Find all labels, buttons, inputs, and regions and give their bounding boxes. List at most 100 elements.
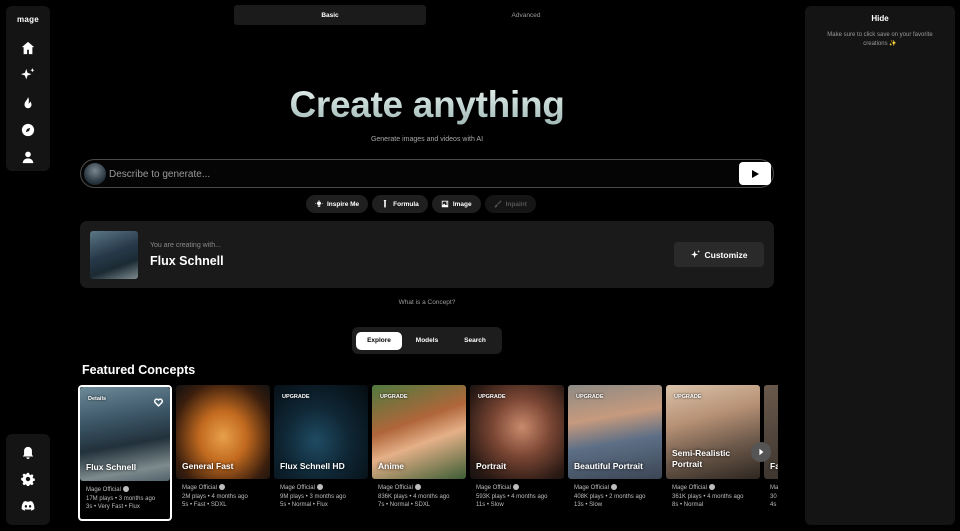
card-speed: 11s • Slow xyxy=(476,502,504,509)
tab-search[interactable]: Search xyxy=(452,332,498,350)
image-icon xyxy=(441,200,449,208)
concept-card[interactable]: UPGRADE Beautiful Portrait Mage Official… xyxy=(568,385,662,521)
card-meta: Mage Official 836K plays • 4 months ago … xyxy=(378,484,468,510)
bulb-icon xyxy=(315,200,323,207)
sparkles-icon[interactable] xyxy=(19,66,37,84)
card-plays: 30 xyxy=(770,493,777,500)
card-plays: 2M plays • 4 months ago xyxy=(182,493,248,500)
customize-button[interactable]: Customize xyxy=(674,242,764,267)
inpaint-button[interactable]: Inpaint xyxy=(484,195,536,213)
card-speed: 3s • Very Fast • Flux xyxy=(86,504,140,511)
verified-icon xyxy=(316,484,323,490)
carousel-next-button[interactable] xyxy=(751,442,771,462)
concept-label: You are creating with... xyxy=(150,242,221,249)
verified-icon xyxy=(708,484,715,490)
card-meta: Mage Official 408K plays • 2 months ago … xyxy=(574,484,664,510)
left-nav-rail-bottom xyxy=(6,434,50,525)
compass-icon[interactable] xyxy=(19,121,37,139)
user-icon[interactable] xyxy=(19,148,37,166)
verified-icon xyxy=(610,484,617,490)
what-is-concept-link[interactable]: What is a Concept? xyxy=(80,299,774,306)
concept-card[interactable]: UPGRADE Anime Mage Official 836K plays •… xyxy=(372,385,466,521)
favorites-note: Make sure to click save on your favorite… xyxy=(827,32,933,48)
card-speed: 7s • Normal • SDXL xyxy=(378,502,431,509)
fire-icon[interactable] xyxy=(19,94,37,112)
card-author: Mage Official xyxy=(280,485,315,491)
verified-icon xyxy=(122,486,129,492)
card-author: Mage Official xyxy=(378,485,413,491)
card-author: Mage Official xyxy=(672,485,707,491)
concept-card[interactable]: Details Flux Schnell Mage Official 17M p… xyxy=(78,385,172,521)
current-concept-panel: You are creating with... Flux Schnell Cu… xyxy=(80,221,774,288)
left-nav-rail: mage xyxy=(6,6,50,171)
card-author: Mage Official xyxy=(86,487,121,493)
card-badge[interactable]: UPGRADE xyxy=(478,394,506,400)
card-author: Mage Official xyxy=(574,485,609,491)
play-icon xyxy=(752,169,759,178)
generate-button[interactable] xyxy=(739,162,771,185)
home-icon[interactable] xyxy=(19,39,37,57)
card-author: Mage Official xyxy=(476,485,511,491)
verified-icon xyxy=(414,484,421,490)
card-plays: 9M plays • 3 months ago xyxy=(280,493,346,500)
concept-card[interactable]: UPGRADE Portrait Mage Official 593K play… xyxy=(470,385,564,521)
concept-card[interactable]: General Fast Mage Official 2M plays • 4 … xyxy=(176,385,270,521)
app-root: mage Basic Advanced Create anything Gene… xyxy=(0,0,960,531)
gear-icon[interactable] xyxy=(19,470,37,488)
card-meta: Mage Official 593K plays • 4 months ago … xyxy=(476,484,566,510)
card-speed: 8s • Normal xyxy=(672,502,704,509)
concept-name: Flux Schnell xyxy=(150,254,224,268)
card-plays: 836K plays • 4 months ago xyxy=(378,493,450,500)
concept-tabs: Explore Models Search xyxy=(352,327,502,354)
card-meta: Mage Official 9M plays • 3 months ago 5s… xyxy=(280,484,370,510)
mode-tab-advanced[interactable]: Advanced xyxy=(430,5,622,25)
image-button[interactable]: Image xyxy=(431,195,481,213)
formula-button[interactable]: Formula xyxy=(372,195,428,213)
chip-label: Formula xyxy=(393,200,419,208)
card-meta: Mage Official 361K plays • 4 months ago … xyxy=(672,484,762,510)
hero-title: Create anything xyxy=(80,84,774,126)
card-badge[interactable]: UPGRADE xyxy=(282,394,310,400)
card-plays: 361K plays • 4 months ago xyxy=(672,493,744,500)
card-speed: 4s xyxy=(770,502,777,509)
mode-tab-basic[interactable]: Basic xyxy=(234,5,426,25)
card-meta: Mage Official 17M plays • 3 months ago 3… xyxy=(86,486,176,512)
card-badge[interactable]: Details xyxy=(88,396,106,402)
inspire-me-button[interactable]: Inspire Me xyxy=(306,195,369,213)
card-badge[interactable]: UPGRADE xyxy=(576,394,604,400)
card-speed: 5s • Normal • Flux xyxy=(280,502,328,509)
card-plays: 593K plays • 4 months ago xyxy=(476,493,548,500)
prompt-tools: Inspire Me Formula Image Inpaint xyxy=(306,195,536,213)
verified-icon xyxy=(512,484,519,490)
vial-icon xyxy=(383,200,387,208)
brush-icon xyxy=(494,200,502,208)
card-badge[interactable]: UPGRADE xyxy=(674,394,702,400)
heart-icon[interactable] xyxy=(153,394,164,407)
hero-subtitle: Generate images and videos with AI xyxy=(370,136,484,143)
bell-icon[interactable] xyxy=(19,444,37,462)
concept-card[interactable]: UPGRADE Flux Schnell HD Mage Official 9M… xyxy=(274,385,368,521)
chip-label: Image xyxy=(452,200,472,208)
card-badge[interactable]: UPGRADE xyxy=(380,394,408,400)
hide-panel-button[interactable]: Hide xyxy=(805,14,955,23)
chip-label: Inspire Me xyxy=(327,200,360,208)
tab-models[interactable]: Models xyxy=(404,332,450,350)
card-author: Ma xyxy=(770,485,778,491)
prompt-bar xyxy=(80,159,774,188)
prompt-input[interactable] xyxy=(109,165,709,183)
chip-label: Inpaint xyxy=(505,200,527,208)
tab-explore[interactable]: Explore xyxy=(356,331,402,350)
chevron-right-icon xyxy=(759,448,764,456)
verified-icon xyxy=(218,484,225,490)
favorites-panel: Hide Make sure to click save on your fav… xyxy=(805,6,955,525)
concept-thumbnail xyxy=(90,231,138,279)
customize-label: Customize xyxy=(704,249,748,260)
card-meta: Ma 30 4s xyxy=(770,484,778,510)
card-author: Mage Official xyxy=(182,485,217,491)
app-logo[interactable]: mage xyxy=(6,15,50,24)
card-meta: Mage Official 2M plays • 4 months ago 5s… xyxy=(182,484,272,510)
discord-icon[interactable] xyxy=(19,497,37,515)
concept-avatar[interactable] xyxy=(84,163,106,185)
concept-card[interactable]: UPGRADE Semi-Realistic Portrait Mage Off… xyxy=(666,385,760,521)
featured-carousel: Details Flux Schnell Mage Official 17M p… xyxy=(76,385,778,525)
